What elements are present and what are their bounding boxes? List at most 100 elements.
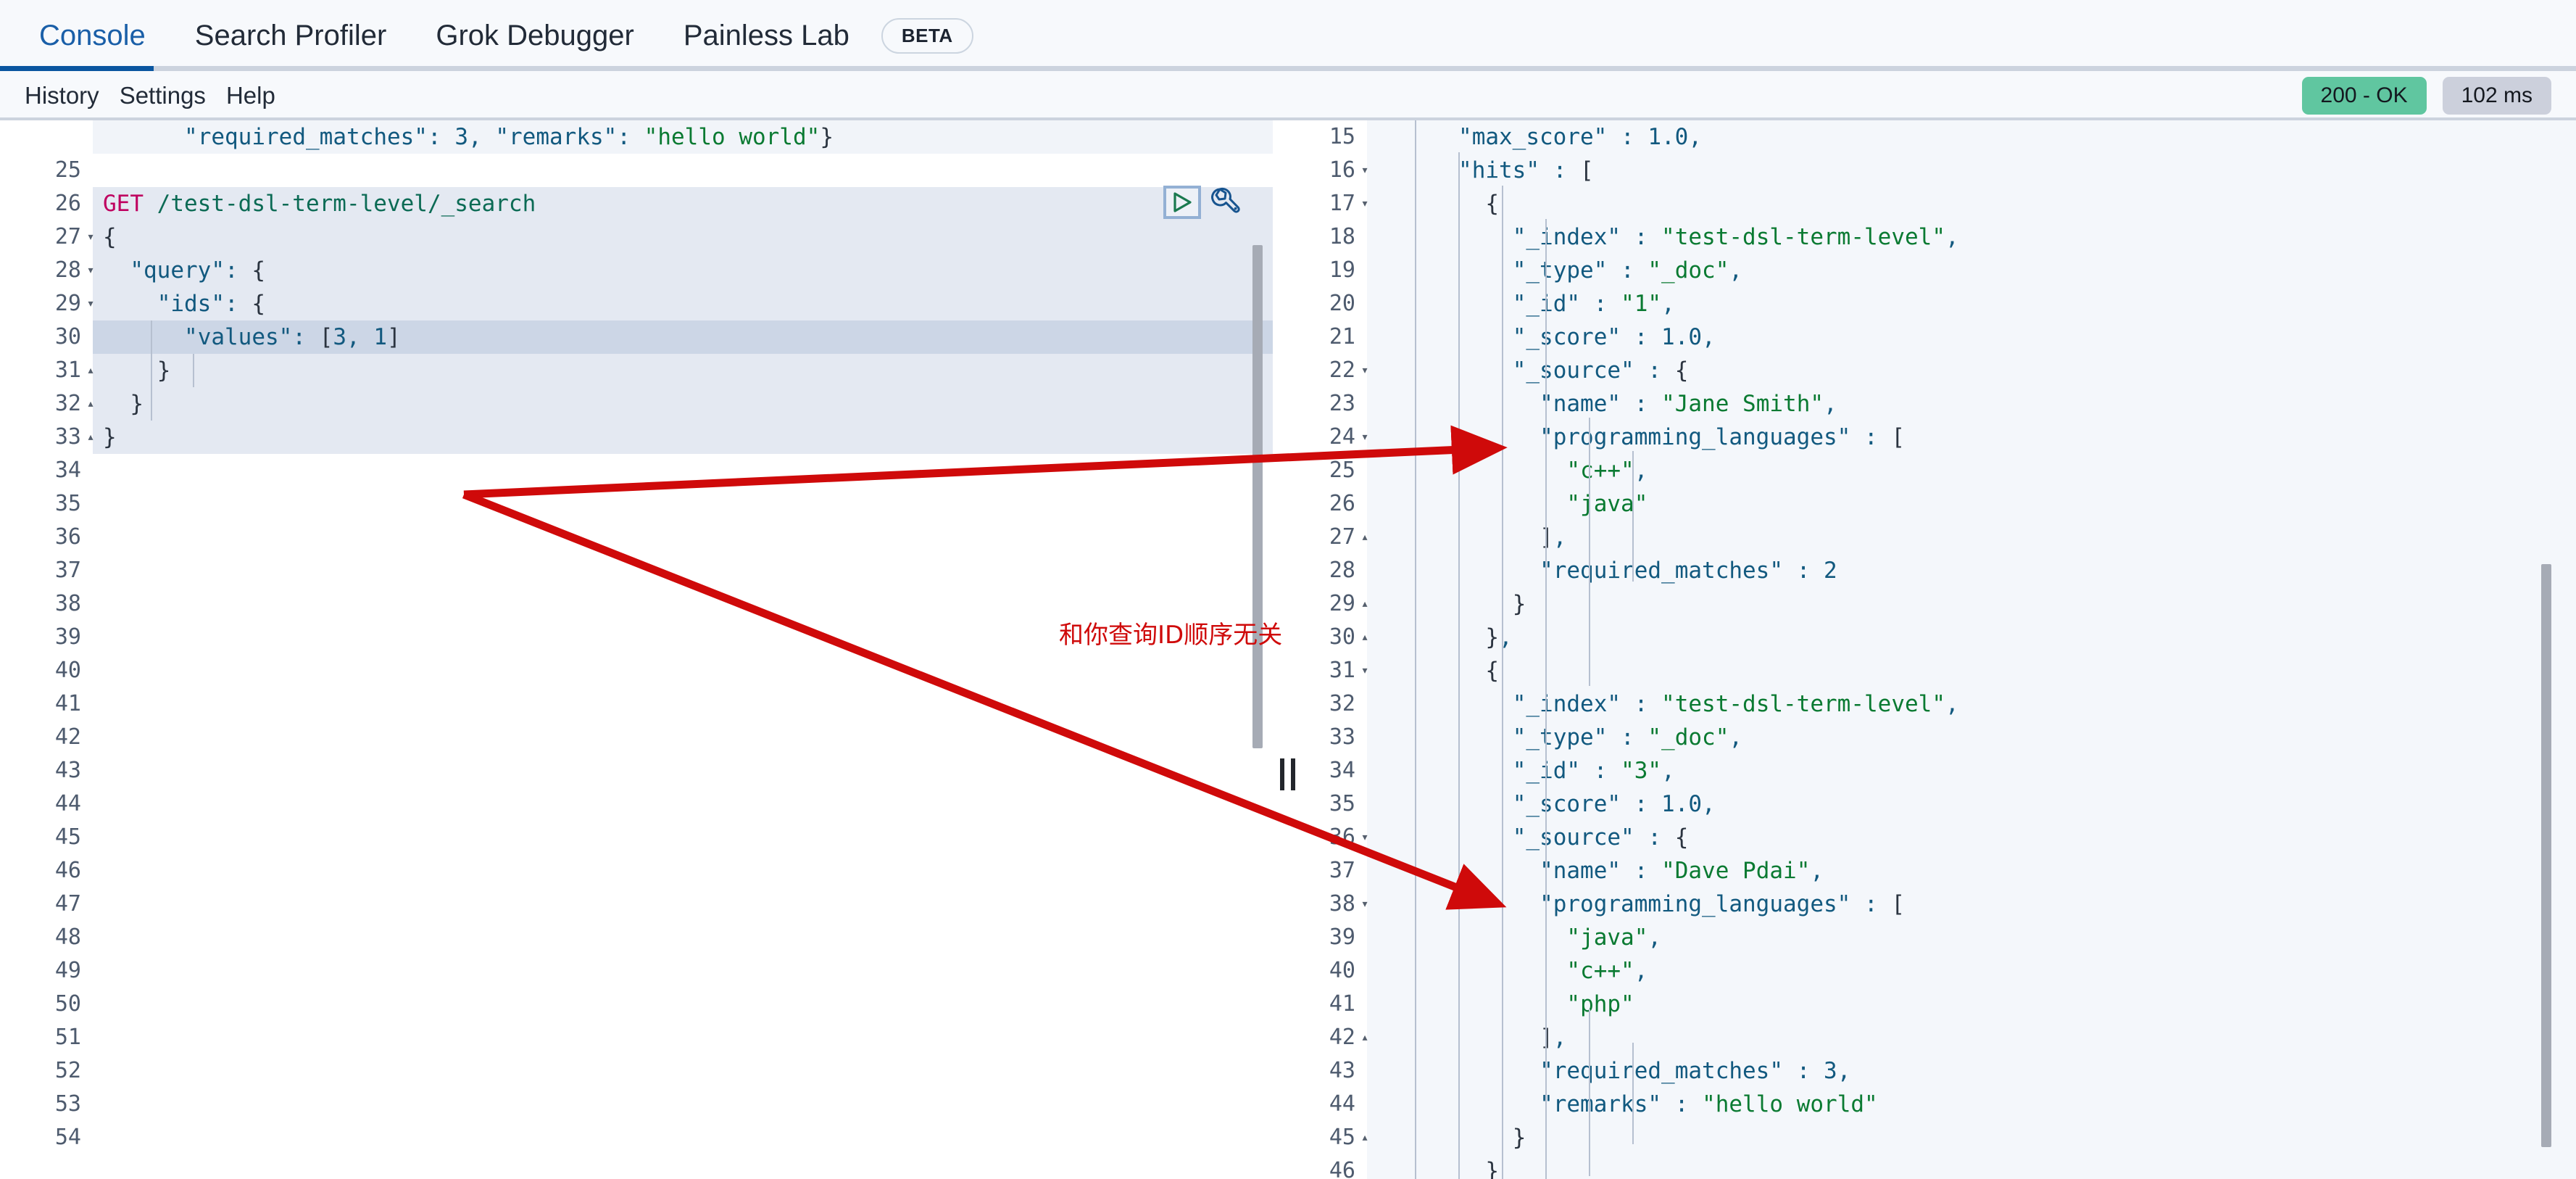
- code-line[interactable]: {: [93, 220, 1273, 254]
- code-line[interactable]: [93, 621, 1273, 654]
- code-line[interactable]: {: [1367, 654, 2576, 687]
- line-number: 36: [54, 524, 81, 550]
- code-line[interactable]: "java": [1367, 487, 2576, 521]
- code-line[interactable]: "php": [1367, 988, 2576, 1021]
- wrench-icon[interactable]: [1208, 186, 1242, 219]
- code-line[interactable]: }: [1367, 587, 2576, 621]
- response-pane[interactable]: 15 16 ▾ 17 ▾ 18 19 20 21 22 ▾ 23 24 ▾ 25 26 27 ▴ 28 29 ▴ 30 ▴ 3…: [1280, 120, 2576, 1179]
- code-line[interactable]: GET /test-dsl-term-level/_search: [93, 187, 1273, 220]
- code-line[interactable]: [93, 454, 1273, 487]
- code-line[interactable]: [93, 854, 1273, 888]
- code-line[interactable]: [93, 954, 1273, 988]
- code-line[interactable]: "_index" : "test-dsl-term-level",: [1367, 687, 2576, 721]
- pane-resize-handle[interactable]: [1280, 758, 1295, 790]
- line-number: 27 ▾: [0, 220, 95, 254]
- code-line[interactable]: ],: [1367, 521, 2576, 554]
- code-line[interactable]: "_source" : {: [1367, 354, 2576, 387]
- console-workspace: 25 26 27 ▾ 28 ▾ 29 ▾ 30 31 ▴ 32 ▴ 33 ▴ 34 35 36 37 38 39 40 41…: [0, 120, 2576, 1179]
- code-line[interactable]: [93, 687, 1273, 721]
- code-line[interactable]: [93, 921, 1273, 954]
- code-line[interactable]: [93, 521, 1273, 554]
- line-number: 33: [1329, 724, 1355, 750]
- line-number: 28 ▾: [0, 254, 95, 287]
- line-number: 35: [54, 491, 81, 516]
- code-line[interactable]: "_id" : "1",: [1367, 287, 2576, 320]
- code-line[interactable]: [93, 587, 1273, 621]
- line-number: 49: [54, 958, 81, 983]
- response-line-number-gutter: 15 16 ▾ 17 ▾ 18 19 20 21 22 ▾ 23 24 ▾ 25 26 27 ▴ 28 29 ▴ 30 ▴ 3…: [1280, 120, 1369, 1179]
- code-line[interactable]: "required_matches" : 2: [1367, 554, 2576, 587]
- code-line[interactable]: "_type" : "_doc",: [1367, 254, 2576, 287]
- code-line[interactable]: [93, 821, 1273, 854]
- request-editor-pane[interactable]: 25 26 27 ▾ 28 ▾ 29 ▾ 30 31 ▴ 32 ▴ 33 ▴ 34 35 36 37 38 39 40 41…: [0, 120, 1273, 1179]
- code-line[interactable]: }: [1367, 1121, 2576, 1154]
- code-line[interactable]: [93, 1088, 1273, 1121]
- code-line[interactable]: "_score" : 1.0,: [1367, 787, 2576, 821]
- code-line[interactable]: "_score" : 1.0,: [1367, 320, 2576, 354]
- editor-code-area[interactable]: "required_matches": 3, "remarks": "hello…: [93, 120, 1273, 1179]
- response-status-group: 200 - OK 102 ms: [2301, 77, 2551, 115]
- code-line[interactable]: "query": {: [93, 254, 1273, 287]
- response-code-area[interactable]: "max_score" : 1.0, "hits" : [ { "_index"…: [1367, 120, 2576, 1179]
- toolbar-settings[interactable]: Settings: [109, 82, 216, 109]
- code-line[interactable]: "_source" : {: [1367, 821, 2576, 854]
- editor-line-number-gutter: 25 26 27 ▾ 28 ▾ 29 ▾ 30 31 ▴ 32 ▴ 33 ▴ 34 35 36 37 38 39 40 41…: [0, 120, 95, 1179]
- line-number: 54: [54, 1125, 81, 1150]
- line-number: 28: [1329, 558, 1355, 583]
- code-line[interactable]: }: [93, 387, 1273, 421]
- code-line[interactable]: [93, 721, 1273, 754]
- code-line[interactable]: "ids": {: [93, 287, 1273, 320]
- tab-grok-debugger[interactable]: Grok Debugger: [411, 0, 658, 71]
- editor-vertical-scrollbar[interactable]: [1252, 245, 1263, 748]
- code-line[interactable]: "_id" : "3",: [1367, 754, 2576, 787]
- line-number: 38 ▾: [1280, 888, 1369, 921]
- line-number: 20: [1329, 291, 1355, 316]
- code-line[interactable]: [93, 487, 1273, 521]
- code-line[interactable]: [93, 554, 1273, 587]
- code-line[interactable]: [93, 154, 1273, 187]
- line-number: 40: [1329, 958, 1355, 983]
- code-line[interactable]: [93, 1121, 1273, 1154]
- code-line[interactable]: },: [1367, 621, 2576, 654]
- tab-painless-lab[interactable]: Painless Lab: [659, 0, 874, 71]
- code-line[interactable]: "max_score" : 1.0,: [1367, 120, 2576, 154]
- line-number: 25: [54, 157, 81, 183]
- code-line[interactable]: "programming_languages" : [: [1367, 888, 2576, 921]
- code-line[interactable]: "hits" : [: [1367, 154, 2576, 187]
- code-line[interactable]: [93, 988, 1273, 1021]
- code-line[interactable]: "c++",: [1367, 954, 2576, 988]
- indent-guide: [1632, 451, 1634, 582]
- code-line[interactable]: [93, 1021, 1273, 1054]
- toolbar-history[interactable]: History: [14, 82, 109, 109]
- code-line[interactable]: ],: [1367, 1021, 2576, 1054]
- top-tab-bar: Console Search Profiler Grok Debugger Pa…: [0, 0, 2576, 71]
- indent-guide: [1589, 418, 1590, 686]
- code-line[interactable]: [93, 888, 1273, 921]
- toolbar-help[interactable]: Help: [216, 82, 286, 109]
- code-line[interactable]: }: [1367, 1154, 2576, 1179]
- code-line[interactable]: }: [93, 421, 1273, 454]
- code-line[interactable]: "remarks" : "hello world": [1367, 1088, 2576, 1121]
- code-line[interactable]: {: [1367, 187, 2576, 220]
- code-line[interactable]: "required_matches" : 3,: [1367, 1054, 2576, 1088]
- code-line[interactable]: [93, 787, 1273, 821]
- code-line[interactable]: "_index" : "test-dsl-term-level",: [1367, 220, 2576, 254]
- code-line[interactable]: [93, 654, 1273, 687]
- code-line[interactable]: "_type" : "_doc",: [1367, 721, 2576, 754]
- code-line[interactable]: "name" : "Jane Smith",: [1367, 387, 2576, 421]
- code-line[interactable]: "programming_languages" : [: [1367, 421, 2576, 454]
- code-line[interactable]: }: [93, 354, 1273, 387]
- code-line[interactable]: "c++",: [1367, 454, 2576, 487]
- code-line[interactable]: "required_matches": 3, "remarks": "hello…: [93, 120, 1273, 154]
- response-time-badge: 102 ms: [2442, 77, 2551, 115]
- code-line[interactable]: "java",: [1367, 921, 2576, 954]
- play-icon[interactable]: [1163, 186, 1201, 219]
- tab-search-profiler[interactable]: Search Profiler: [170, 0, 412, 71]
- code-line[interactable]: "name" : "Dave Pdai",: [1367, 854, 2576, 888]
- response-vertical-scrollbar[interactable]: [2541, 564, 2551, 1147]
- pane-separator: [1273, 120, 1280, 1179]
- code-line[interactable]: "values": [3, 1]: [93, 320, 1273, 354]
- code-line[interactable]: [93, 754, 1273, 787]
- tab-console[interactable]: Console: [14, 0, 170, 71]
- code-line[interactable]: [93, 1054, 1273, 1088]
